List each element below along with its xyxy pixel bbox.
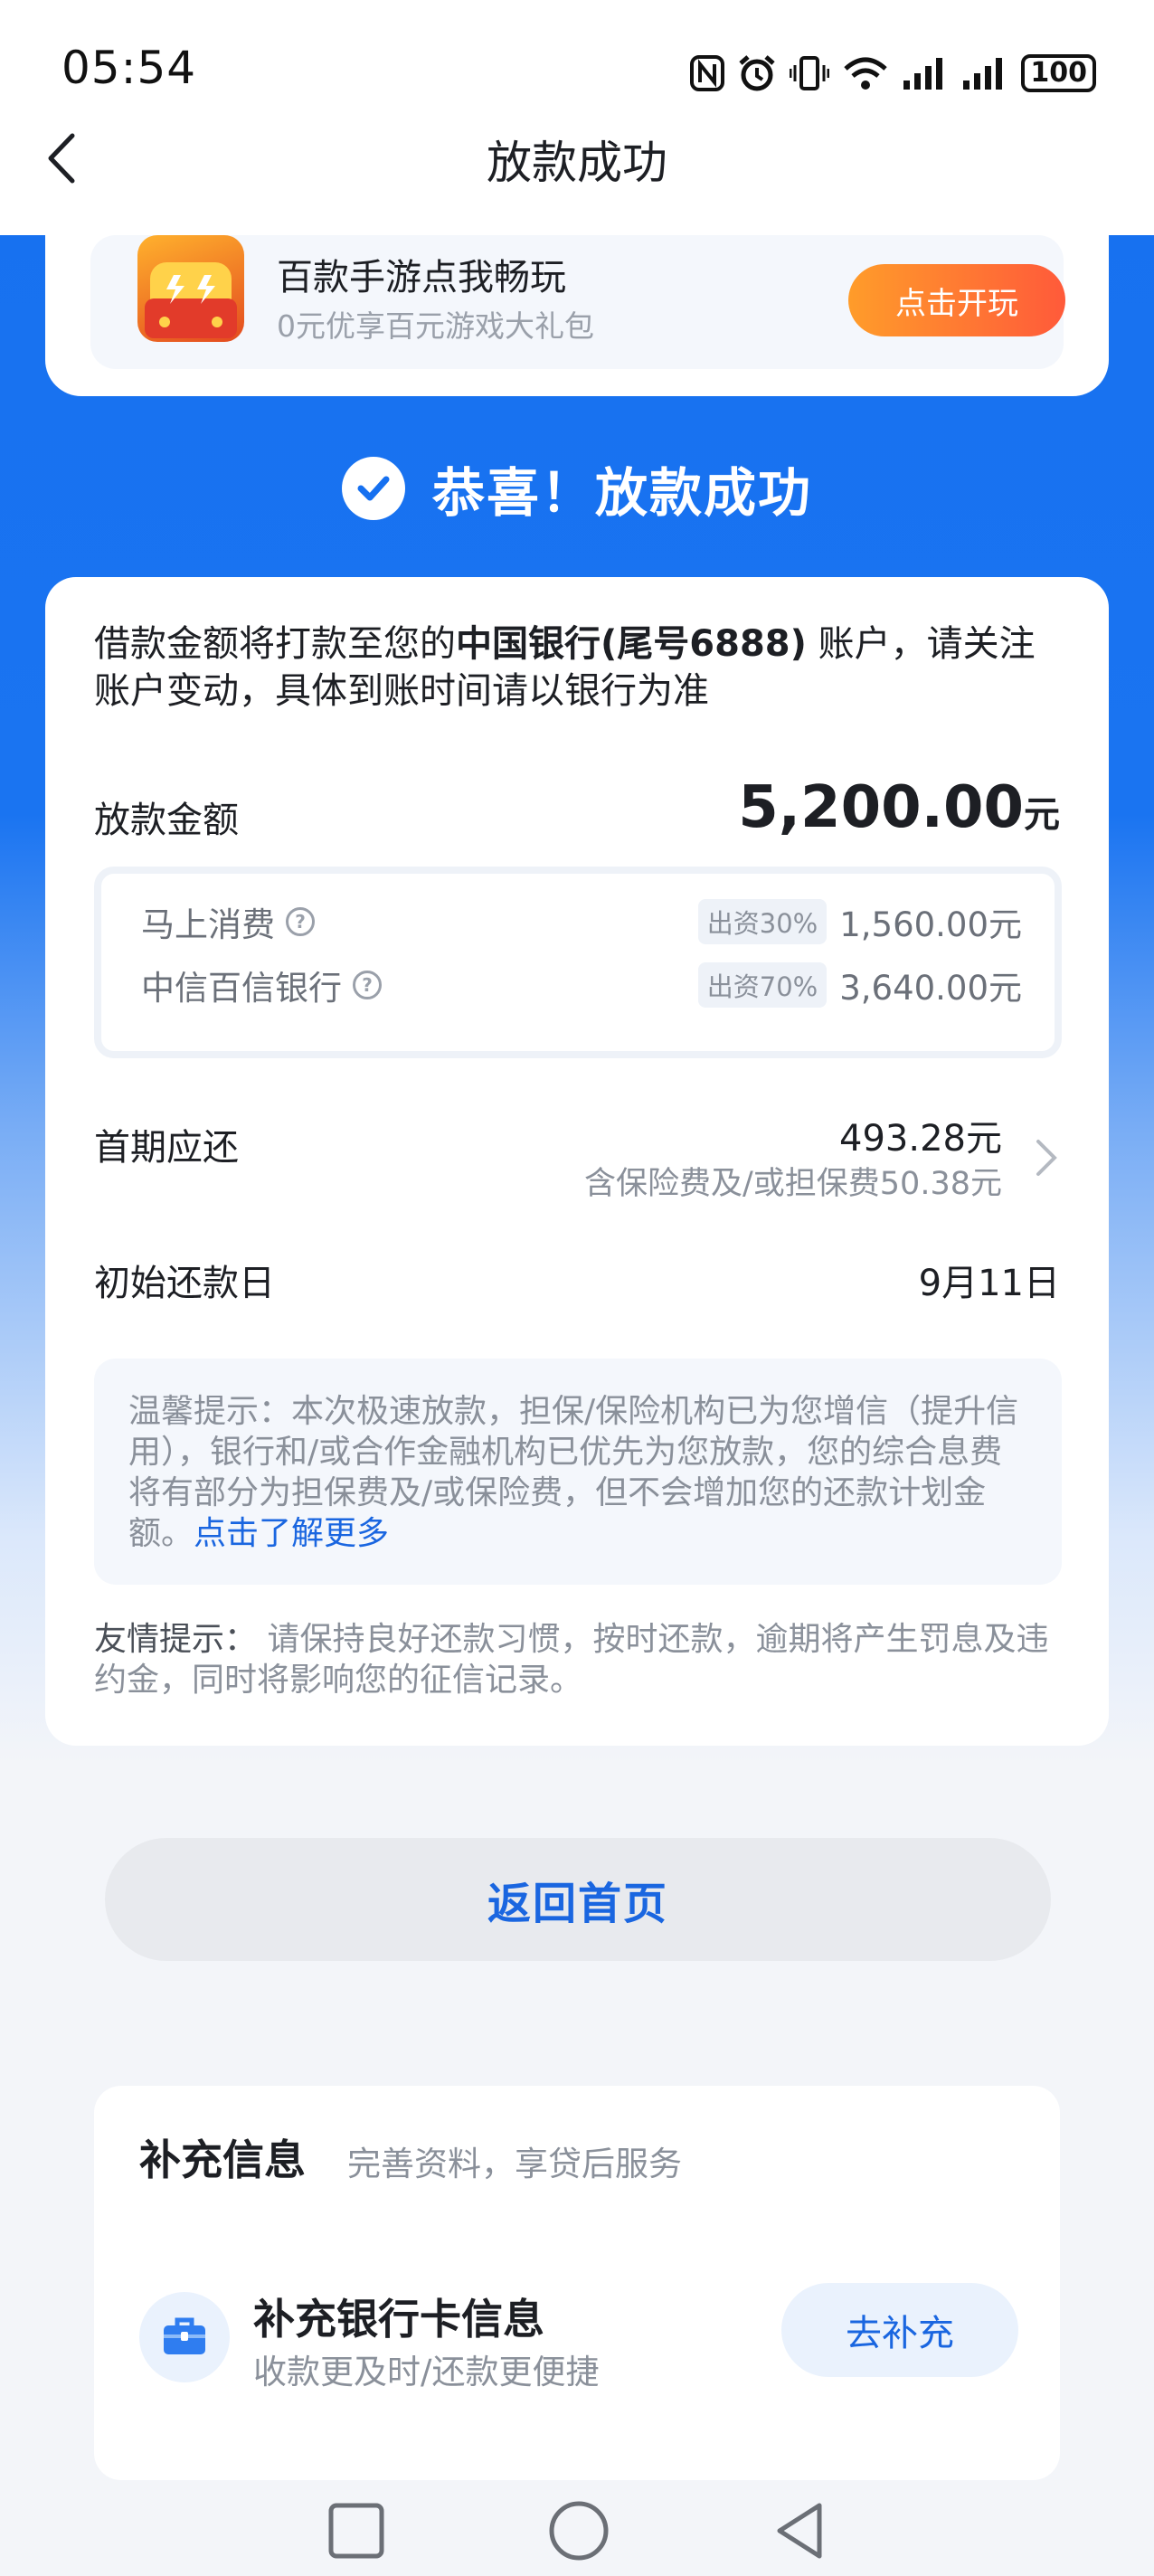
loan-amount-label: 放款金额 — [94, 800, 239, 841]
start-date-value: 9月11日 — [918, 1263, 1060, 1304]
alarm-icon — [737, 54, 777, 92]
ad-card: 百款手游点我畅玩 0元优享百元游戏大礼包 点击开玩 — [45, 199, 1109, 396]
funder-value: 1,560.00元 — [839, 905, 1022, 944]
supplement-title: 补充信息 — [139, 2136, 306, 2184]
ad-subtitle: 0元优享百元游戏大礼包 — [277, 308, 594, 344]
funder-name[interactable]: 马上消费 ? — [141, 897, 315, 946]
success-text: 恭喜！放款成功 — [431, 462, 812, 524]
supplement-card: 补充信息 完善资料，享贷后服务 补充银行卡信息 收款更及时/还款更便捷 去补充 — [94, 2086, 1060, 2480]
return-home-button[interactable]: 返回首页 — [105, 1838, 1051, 1961]
first-payment-label: 首期应还 — [94, 1127, 239, 1169]
tip-box: 温馨提示：本次极速放款，担保/保险机构已为您增信（提升信用），银行和/或合作金融… — [94, 1359, 1062, 1585]
status-time: 05:54 — [61, 42, 197, 94]
battery-indicator: 100 — [1021, 54, 1096, 92]
loan-detail-card: 借款金额将打款至您的中国银行(尾号6888) 账户，请关注账户变动，具体到账时间… — [45, 577, 1109, 1746]
nfc-icon — [690, 54, 725, 92]
friendly-reminder: 友情提示： 请保持良好还款习惯，按时还款，逾期将产生罚息及违约金，同时将影响您的… — [94, 1619, 1062, 1700]
friendly-label: 友情提示： — [94, 1621, 258, 1658]
learn-more-link[interactable]: 点击了解更多 — [194, 1515, 389, 1552]
share-tag: 出资70% — [697, 962, 828, 1008]
payout-notice: 借款金额将打款至您的中国银行(尾号6888) 账户，请关注账户变动，具体到账时间… — [94, 620, 1062, 715]
loan-amount: 5,200.00元 — [738, 774, 1060, 841]
home-icon[interactable] — [548, 2500, 610, 2562]
bank-account: 中国银行(尾号6888) — [456, 623, 807, 665]
start-date-label: 初始还款日 — [94, 1263, 275, 1304]
play-now-button[interactable]: 点击开玩 — [848, 264, 1065, 336]
first-payment-row[interactable]: 493.28元 含保险费及/或担保费50.38元 — [517, 1109, 1060, 1202]
system-nav-bar — [0, 2486, 1154, 2576]
bank-card-title: 补充银行卡信息 — [253, 2295, 544, 2344]
back-triangle-icon[interactable] — [772, 2500, 827, 2562]
signal-icon — [902, 54, 949, 92]
game-gift-icon — [137, 235, 244, 342]
loan-amount-unit: 元 — [1024, 794, 1060, 836]
ad-title: 百款手游点我畅玩 — [277, 257, 566, 298]
notice-prefix: 借款金额将打款至您的 — [94, 623, 456, 665]
chevron-right-icon — [1036, 1140, 1057, 1176]
share-tag: 出资30% — [697, 899, 828, 944]
bank-card-subtitle: 收款更及时/还款更便捷 — [253, 2353, 600, 2391]
page-title: 放款成功 — [487, 137, 667, 189]
wifi-icon — [842, 54, 889, 92]
supplement-button[interactable]: 去补充 — [781, 2283, 1018, 2377]
tip-text: 温馨提示：本次极速放款，担保/保险机构已为您增信（提升信用），银行和/或合作金融… — [128, 1393, 1019, 1552]
funder-share: 出资30% 1,560.00元 — [697, 897, 1022, 946]
first-payment-amount: 493.28元 — [839, 1118, 1002, 1160]
funder-value: 3,640.00元 — [839, 969, 1022, 1008]
first-payment-note: 含保险费及/或担保费50.38元 — [584, 1166, 1002, 1202]
help-icon[interactable]: ? — [286, 907, 315, 936]
vibrate-icon — [790, 54, 830, 92]
supplement-subtitle: 完善资料，享贷后服务 — [347, 2145, 682, 2183]
recent-apps-icon[interactable] — [327, 2502, 385, 2560]
briefcase-icon — [139, 2292, 230, 2382]
funder-share: 出资70% 3,640.00元 — [697, 961, 1022, 1009]
funder-name[interactable]: 中信百信银行 ? — [141, 961, 382, 1009]
status-icons: 100 — [690, 52, 1096, 94]
loan-amount-value: 5,200.00 — [738, 774, 1024, 841]
check-icon — [341, 457, 405, 520]
success-banner: 恭喜！放款成功 — [0, 450, 1154, 526]
funder-box: 马上消费 ? 出资30% 1,560.00元 中信百信银行 ? 出资70% 3,… — [94, 867, 1062, 1058]
help-icon[interactable]: ? — [353, 971, 382, 999]
signal-icon — [961, 54, 1008, 92]
ad-banner[interactable]: 百款手游点我畅玩 0元优享百元游戏大礼包 点击开玩 — [90, 235, 1065, 369]
